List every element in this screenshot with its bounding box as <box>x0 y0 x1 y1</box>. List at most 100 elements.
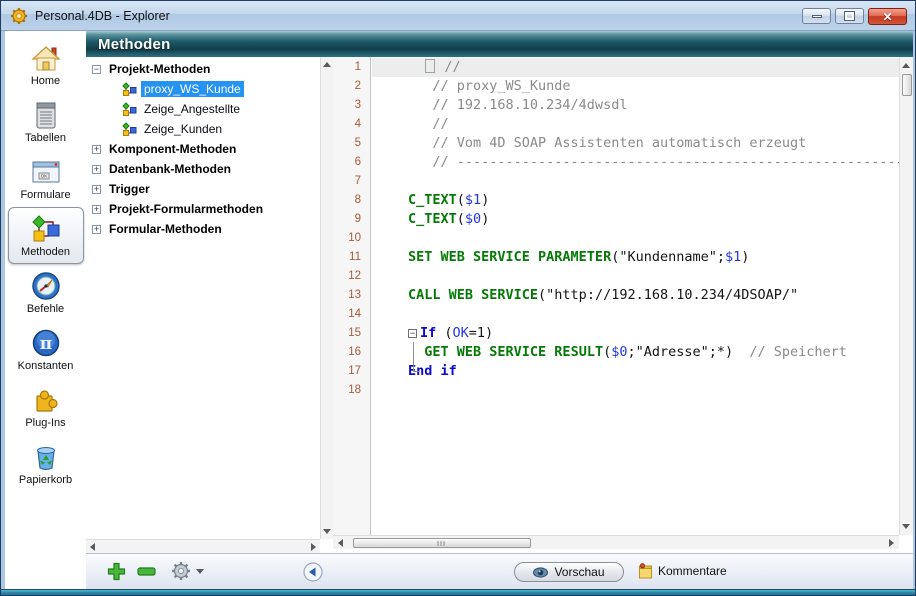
tree-method-item[interactable]: Zeige_Angestellte <box>86 99 319 119</box>
code-line[interactable]: SET WEB SERVICE PARAMETER("Kundenname";$… <box>408 248 899 267</box>
line-number: 12 <box>333 267 370 286</box>
sidebar-item-plugins[interactable]: Plug-Ins <box>8 378 84 435</box>
code-line[interactable]: // <box>408 115 899 134</box>
expand-icon[interactable]: + <box>92 145 101 154</box>
line-number: 16 <box>333 343 370 362</box>
code-token: ( <box>457 192 465 208</box>
code-token: // 192.168.10.234/4dwsdl <box>408 97 627 113</box>
title-bar[interactable]: Personal.4DB - Explorer ✕ <box>1 1 916 31</box>
code-area[interactable]: // // proxy_WS_Kunde // 192.168.10.234/4… <box>372 57 899 535</box>
line-number: 15 <box>333 324 370 343</box>
tree-group[interactable]: +Trigger <box>86 179 319 199</box>
horizontal-scroll-thumb[interactable] <box>353 538 531 548</box>
tables-icon <box>31 100 61 130</box>
code-line[interactable]: CALL WEB SERVICE("http://192.168.10.234/… <box>408 286 899 305</box>
sidebar: Home Tabellen OK Formulare <box>5 31 86 589</box>
code-line[interactable]: C_TEXT($0) <box>408 210 899 229</box>
code-token: ) <box>741 249 749 265</box>
scroll-up-icon[interactable] <box>323 62 331 67</box>
sidebar-item-befehle[interactable]: Befehle <box>8 264 84 321</box>
scroll-left-icon[interactable] <box>90 543 95 551</box>
scroll-up-icon[interactable] <box>902 63 910 68</box>
code-token: $1 <box>725 249 741 265</box>
close-icon: ✕ <box>882 11 892 23</box>
expand-icon[interactable]: + <box>92 205 101 214</box>
code-line[interactable]: // Vom 4D SOAP Assistenten automatisch e… <box>408 134 899 153</box>
add-method-button[interactable] <box>107 562 126 581</box>
gear-options-button[interactable] <box>171 561 191 581</box>
tree-group[interactable]: −Projekt-Methoden <box>86 59 319 79</box>
scroll-down-icon[interactable] <box>902 524 910 529</box>
collapse-panel-button[interactable] <box>303 562 323 582</box>
tree-group-label: Projekt-Formularmethoden <box>109 202 263 216</box>
vorschau-button[interactable]: Vorschau <box>514 562 624 582</box>
code-token: // <box>436 59 460 75</box>
code-token: SET WEB SERVICE PARAMETER <box>408 249 611 265</box>
close-button[interactable]: ✕ <box>868 8 907 25</box>
code-line[interactable] <box>408 172 899 191</box>
editor-horizontal-scrollbar[interactable] <box>333 535 899 549</box>
tree-vertical-scrollbar[interactable] <box>320 57 333 539</box>
line-number: 9 <box>333 210 370 229</box>
code-line[interactable]: End if <box>408 362 899 381</box>
delete-method-button[interactable] <box>137 567 156 576</box>
sidebar-item-papierkorb[interactable]: Papierkorb <box>8 435 84 492</box>
gear-dropdown-arrow-icon[interactable] <box>196 569 204 574</box>
scroll-right-icon[interactable] <box>889 539 894 547</box>
sidebar-label: Konstanten <box>18 360 74 372</box>
tree-method-label: proxy_WS_Kunde <box>141 81 244 97</box>
tree-horizontal-scrollbar[interactable] <box>86 539 320 553</box>
code-token: ( <box>457 211 465 227</box>
sidebar-item-formulare[interactable]: OK Formulare <box>8 150 84 207</box>
code-line[interactable] <box>408 381 899 400</box>
code-line[interactable]: // 192.168.10.234/4dwsdl <box>408 96 899 115</box>
svg-text:π: π <box>39 334 51 354</box>
collapse-icon[interactable]: − <box>92 65 101 74</box>
scroll-right-icon[interactable] <box>311 543 316 551</box>
sidebar-item-tabellen[interactable]: Tabellen <box>8 93 84 150</box>
tree-group[interactable]: + Formular-Methoden <box>86 219 319 239</box>
code-line[interactable]: // proxy_WS_Kunde <box>408 77 899 96</box>
tree-group[interactable]: +Datenbank-Methoden <box>86 159 319 179</box>
sidebar-item-home[interactable]: Home <box>8 36 84 93</box>
sidebar-label: Methoden <box>21 246 70 258</box>
code-line[interactable]: // <box>372 58 899 77</box>
sidebar-item-konstanten[interactable]: π Konstanten <box>8 321 84 378</box>
code-token: ;"Adresse";*) <box>627 344 749 360</box>
minimize-button[interactable] <box>802 8 831 24</box>
code-line[interactable] <box>408 229 899 248</box>
code-token: // proxy_WS_Kunde <box>408 78 571 94</box>
sidebar-item-methoden[interactable]: Methoden <box>8 207 84 264</box>
tree-method-item[interactable]: Zeige_Kunden <box>86 119 319 139</box>
kommentare-toggle[interactable]: Kommentare <box>638 563 727 579</box>
scroll-down-icon[interactable] <box>323 529 331 534</box>
code-line[interactable] <box>408 267 899 286</box>
4d-app-icon <box>10 7 28 25</box>
scroll-left-icon[interactable] <box>338 539 343 547</box>
line-number: 1 <box>333 58 370 77</box>
tree-method-item[interactable]: proxy_WS_Kunde <box>86 79 319 99</box>
expand-icon[interactable]: + <box>92 165 101 174</box>
maximize-button[interactable] <box>835 8 864 24</box>
code-line[interactable]: // -------------------------------------… <box>408 153 899 172</box>
tree-group[interactable]: +Komponent-Methoden <box>86 139 319 159</box>
editor-vertical-scrollbar[interactable] <box>899 57 913 535</box>
tree-method-label: Zeige_Angestellte <box>141 101 243 117</box>
line-number: 4 <box>333 115 370 134</box>
tree-group-label: Formular-Methoden <box>109 222 222 236</box>
line-number: 11 <box>333 248 370 267</box>
tree-group[interactable]: + Projekt-Formularmethoden <box>86 199 319 219</box>
sidebar-label: Befehle <box>27 303 64 315</box>
methods-icon <box>31 214 61 244</box>
expand-icon[interactable]: + <box>92 225 101 234</box>
window-title: Personal.4DB - Explorer <box>35 9 170 23</box>
code-line[interactable]: −If (OK=1) <box>408 324 899 343</box>
expand-icon[interactable]: + <box>92 185 101 194</box>
code-line[interactable]: C_TEXT($1) <box>408 191 899 210</box>
home-icon <box>31 43 61 73</box>
code-token: ( <box>436 325 452 341</box>
maximize-icon <box>845 12 854 20</box>
vertical-scroll-thumb[interactable] <box>902 74 912 96</box>
code-line[interactable] <box>408 305 899 324</box>
code-line[interactable]: GET WEB SERVICE RESULT($0;"Adresse";*) /… <box>408 343 899 362</box>
